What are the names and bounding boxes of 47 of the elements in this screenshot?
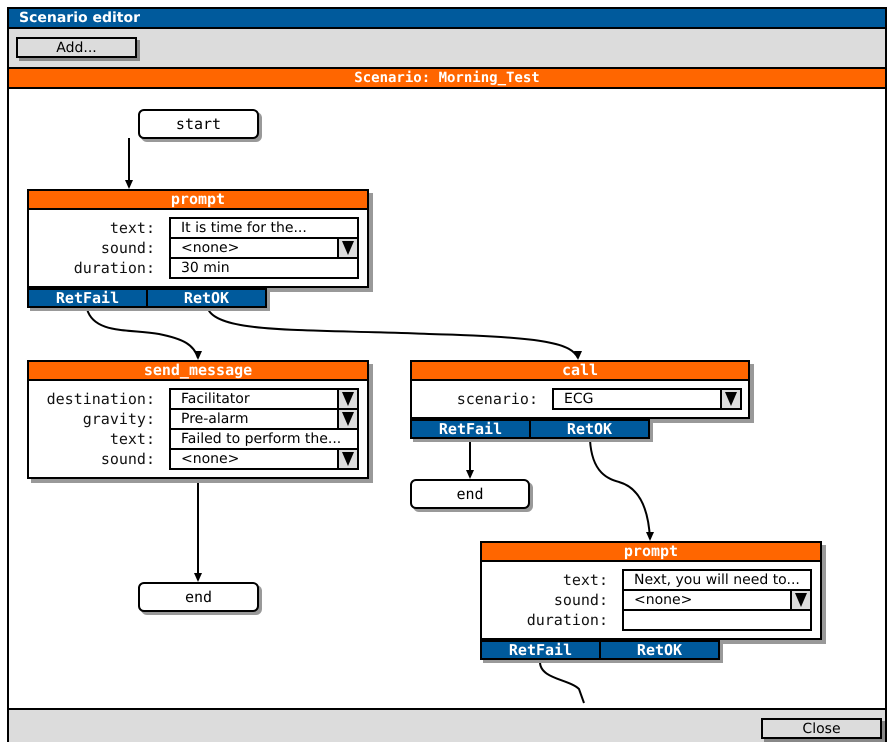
field-label: text:: [562, 572, 608, 588]
close-button[interactable]: Close: [761, 718, 882, 739]
field-label: destination:: [46, 392, 155, 406]
field-label: duration:: [72, 260, 155, 276]
field-label: text:: [108, 220, 155, 236]
field-label: gravity:: [82, 412, 155, 426]
caret-icon: [342, 412, 354, 426]
input-field[interactable]: Next, you will need to...: [622, 569, 812, 591]
field-label: duration:: [526, 612, 608, 628]
scenario-title: Scenario: Morning_Test: [354, 71, 540, 85]
input-field[interactable]: 30 min: [169, 257, 359, 279]
field-label: scenario:: [456, 392, 538, 406]
block-title: prompt: [482, 543, 820, 562]
dropdown-field[interactable]: <none>: [622, 589, 812, 611]
output-port[interactable]: RetFail: [480, 640, 601, 660]
input-field[interactable]: [622, 609, 812, 631]
dropdown-field[interactable]: Pre-alarm: [169, 408, 359, 430]
field-label: sound:: [100, 240, 155, 256]
caret-icon: [342, 452, 354, 466]
terminal-node[interactable]: end: [138, 582, 259, 612]
field-label: text:: [108, 432, 155, 446]
block-title: call: [412, 362, 748, 381]
output-port[interactable]: RetFail: [410, 419, 531, 439]
caret-icon: [342, 392, 354, 406]
dropdown-field[interactable]: Facilitator: [169, 388, 359, 410]
block-title: send_message: [29, 362, 367, 381]
caret-icon: [342, 241, 354, 255]
dropdown-field[interactable]: <none>: [169, 237, 359, 259]
output-port[interactable]: RetOK: [599, 640, 720, 660]
field-label: sound:: [552, 592, 608, 608]
connector-arrow: [466, 440, 474, 479]
block-title: prompt: [29, 191, 367, 210]
output-port[interactable]: RetOK: [529, 419, 650, 439]
caret-icon: [725, 392, 737, 406]
dropdown-field[interactable]: <none>: [169, 448, 359, 470]
terminal-node[interactable]: start: [138, 109, 259, 139]
add-button[interactable]: Add...: [16, 37, 137, 58]
input-field[interactable]: It is time for the...: [169, 217, 359, 239]
connector-arrow: [125, 138, 133, 189]
output-port[interactable]: RetFail: [27, 288, 148, 308]
input-field[interactable]: Failed to perform the...: [169, 428, 359, 450]
output-port[interactable]: RetOK: [146, 288, 267, 308]
field-label: sound:: [100, 452, 155, 466]
window-title: Scenario editor: [19, 11, 140, 25]
terminal-node[interactable]: end: [410, 479, 530, 509]
dropdown-field[interactable]: ECG: [552, 388, 742, 410]
caret-icon: [795, 593, 807, 607]
